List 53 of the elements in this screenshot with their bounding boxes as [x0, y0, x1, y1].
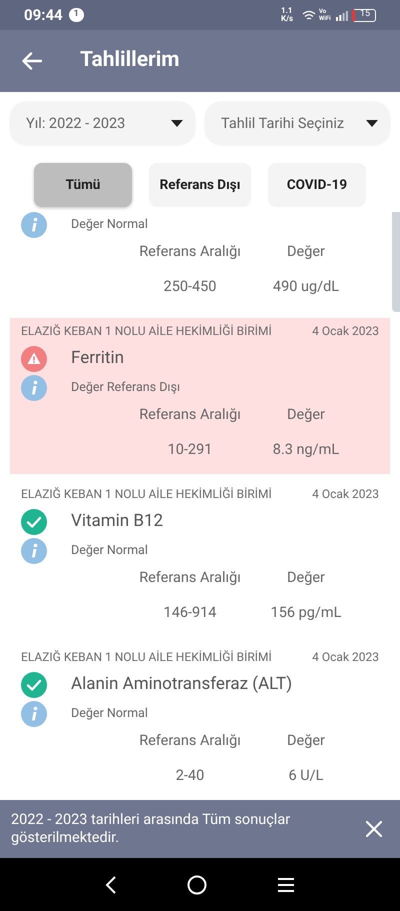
- network-speed: 1.1 K/s: [281, 7, 294, 23]
- value-label: Değer: [286, 405, 326, 426]
- range-value: 2-40: [174, 766, 206, 786]
- range-label: Referans Aralığı: [138, 568, 242, 588]
- range-label: Referans Aralığı: [138, 405, 242, 426]
- signal-icon: [336, 10, 348, 20]
- test-name: Vitamin B12: [71, 510, 164, 534]
- value-label: Değer: [286, 568, 326, 588]
- wifi-icon: [302, 10, 316, 20]
- notification-badge: 1: [68, 8, 84, 22]
- snackbar-message: 2022 - 2023 tarihleri arasında Tüm sonuçlar gösterilmektedir.: [11, 811, 292, 847]
- filter-tab[interactable]: Referans Dışı: [149, 163, 251, 207]
- dropdown[interactable]: Tahlil Tarihi Seçiniz: [205, 102, 390, 145]
- clock: 09:44: [24, 4, 63, 26]
- range-value: 146-914: [162, 603, 218, 624]
- test-name: Alanin Aminotransferaz (ALT): [71, 673, 292, 696]
- facility-name: ELAZIĞ KEBAN 1 NOLU AİLE HEKİMLİĞİ BİRİMİ: [21, 649, 272, 666]
- filter-tab[interactable]: Tümü: [34, 163, 132, 207]
- result-value: 156 pg/mL: [270, 603, 342, 624]
- result-value: 6 U/L: [288, 766, 324, 786]
- facility-name: ELAZIĞ KEBAN 1 NOLU AİLE HEKİMLİĞİ BİRİMİ: [21, 323, 272, 340]
- range-label: Referans Aralığı: [138, 242, 242, 262]
- value-label: Değer: [286, 242, 326, 262]
- result-value: 490 ug/dL: [272, 277, 340, 298]
- dropdown[interactable]: Yıl: 2022 - 2023: [10, 102, 195, 145]
- home-button[interactable]: [187, 874, 207, 894]
- nav-back-button[interactable]: [105, 876, 117, 894]
- result-note: Değer Normal: [71, 216, 148, 234]
- menu-button[interactable]: [277, 876, 295, 892]
- result-date: 4 Ocak 2023: [312, 649, 379, 666]
- facility-name: ELAZIĞ KEBAN 1 NOLU AİLE HEKİMLİĞİ BİRİMİ: [21, 486, 272, 503]
- menu-icon: [277, 876, 295, 892]
- close-icon: [366, 821, 382, 837]
- back-chevron-icon: [105, 876, 117, 894]
- result-card[interactable]: ELAZIĞ KEBAN 1 NOLU AİLE HEKİMLİĞİ BİRİMİ 4 Ocak 2023 Ferritin Değer Referans Dışı Referans Aralığı Değer 10-291 8.3 ng/mL: [10, 318, 390, 474]
- range-label: Referans Aralığı: [138, 731, 242, 752]
- result-date: 4 Ocak 2023: [312, 323, 379, 340]
- test-name: Ferritin: [71, 347, 124, 370]
- page-title: Tahlillerim: [80, 47, 180, 74]
- filter-tab[interactable]: COVID-19: [268, 163, 366, 207]
- close-button[interactable]: [364, 819, 384, 839]
- result-note: Değer Referans Dışı: [71, 378, 180, 397]
- range-value: 10-291: [166, 440, 214, 460]
- dropdown-caret-icon: [366, 120, 378, 127]
- result-note: Değer Normal: [71, 704, 148, 723]
- back-arrow-icon: [22, 52, 42, 70]
- home-circle-icon: [187, 874, 207, 894]
- result-date: 4 Ocak 2023: [312, 486, 379, 503]
- value-label: Değer: [286, 731, 326, 752]
- dropdown-caret-icon: [171, 120, 183, 127]
- result-value: 8.3 ng/mL: [272, 440, 340, 460]
- range-value: 250-450: [162, 277, 218, 298]
- result-note: Değer Normal: [71, 542, 148, 560]
